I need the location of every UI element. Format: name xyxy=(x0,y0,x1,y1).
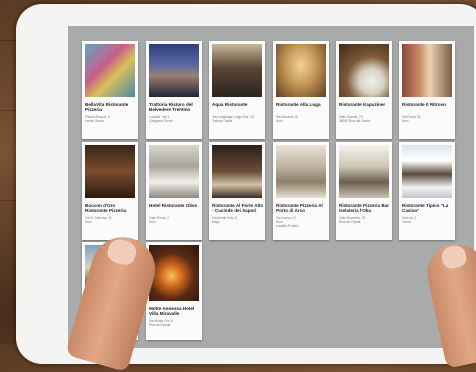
restaurant-photo xyxy=(149,44,199,97)
restaurant-card[interactable]: Boccon d'Oro Ristorante Pizzeria Via S. … xyxy=(82,142,138,240)
restaurant-address: Via S. Caterina, 12 Arco xyxy=(85,216,112,224)
restaurant-card[interactable]: Ristorante Tipico "La Casina" Via Lidi, … xyxy=(399,142,455,240)
restaurant-address: Piazza Brusoni, 8 Leribe Garda xyxy=(85,115,110,123)
restaurant-photo xyxy=(85,145,135,198)
restaurant-card[interactable]: BellaVita Ristorante Pizzeria Piazza Bru… xyxy=(82,41,138,139)
restaurant-card[interactable]: Motte Annessa Hotel Villa Miravalle Via … xyxy=(146,242,202,340)
restaurant-address: Viale Giardin, 23 38066 Riva del Garda xyxy=(339,115,371,123)
restaurant-address: Viale Roma, 2 Arco xyxy=(149,216,169,224)
restaurant-address: Via Lungolago Lungo Elia, 15 Torbole Gar… xyxy=(212,115,254,123)
restaurant-photo xyxy=(212,44,262,97)
restaurant-photo xyxy=(276,44,326,97)
restaurant-photo xyxy=(402,44,452,97)
restaurant-title: Ristorante Pizzeria Bar Gelateria l'Oka xyxy=(339,203,390,213)
restaurant-photo xyxy=(402,145,452,198)
restaurant-photo xyxy=(212,145,262,198)
restaurant-title: Ristorante Il Ritrovo xyxy=(402,102,446,107)
restaurant-title: Boccon d'Oro Ristorante Pizzeria xyxy=(85,203,127,213)
restaurant-address: Località, Via 3 Calegana Trento xyxy=(149,115,173,123)
restaurant-card[interactable]: Hotel Ristorante Olivo Viale Roma, 2 Arc… xyxy=(146,142,202,240)
restaurant-card[interactable]: Ristorante Il Ritrovo Via Roma 26 Arco xyxy=(399,41,455,139)
restaurant-title: Ristorante Alla Loga xyxy=(276,102,321,107)
restaurant-address: Viale Rovereto, 23 Riva del Garda xyxy=(339,216,366,224)
restaurant-address: Via Roma 26 Arco xyxy=(402,115,421,123)
restaurant-address: Via Monte Velo, 8 Nago xyxy=(212,216,237,224)
restaurant-card[interactable]: Ristorante Kapuziner Viale Giardin, 23 3… xyxy=(336,41,392,139)
restaurant-title: Ristorante Tipico "La Casina" xyxy=(402,203,449,213)
restaurant-card[interactable]: Ristorante Pizzeria Bar Gelateria l'Oka … xyxy=(336,142,392,240)
restaurant-title: Ristorante Kapuziner xyxy=(339,102,386,107)
restaurant-title: Hotel Ristorante Olivo xyxy=(149,203,198,208)
restaurant-address: Via Mazzoni 18 Arco xyxy=(276,115,298,123)
restaurant-title: Aqua Ristorante xyxy=(212,102,248,107)
restaurant-photo xyxy=(339,44,389,97)
restaurant-photo xyxy=(339,145,389,198)
restaurant-card[interactable]: Ristorante Alla Loga Via Mazzoni 18 Arco xyxy=(273,41,329,139)
restaurant-title: Ristorante Al Forte Alto - Cucinde dei S… xyxy=(212,203,264,213)
restaurant-address: Via Monte Oro, 8 Riva del Garda xyxy=(149,319,174,327)
restaurant-title: Motte Annessa Hotel Villa Miravalle xyxy=(149,306,195,316)
restaurant-photo xyxy=(149,145,199,198)
restaurant-photo xyxy=(276,145,326,198)
restaurant-title: Trattoria Ristoro del Belvedere Trentino xyxy=(149,102,193,112)
restaurant-card[interactable]: Ristorante Pizzeria Al Porto di Arco Via… xyxy=(273,142,329,240)
restaurant-address: Via Lidi, 4 Tenno xyxy=(402,216,416,224)
restaurant-card[interactable]: Aqua Ristorante Via Lungolago Lungo Elia… xyxy=(209,41,265,139)
restaurant-title: BellaVita Ristorante Pizzeria xyxy=(85,102,129,112)
restaurant-photo xyxy=(85,44,135,97)
restaurant-card[interactable]: Ristorante Al Forte Alto - Cucinde dei S… xyxy=(209,142,265,240)
restaurant-photo xyxy=(149,245,199,301)
restaurant-title: Ristorante Pizzeria Al Porto di Arco xyxy=(276,203,323,213)
restaurant-address: Via Nuova, 21 Arco Località Portiolo xyxy=(276,216,299,228)
restaurant-card[interactable]: Trattoria Ristoro del Belvedere Trentino… xyxy=(146,41,202,139)
